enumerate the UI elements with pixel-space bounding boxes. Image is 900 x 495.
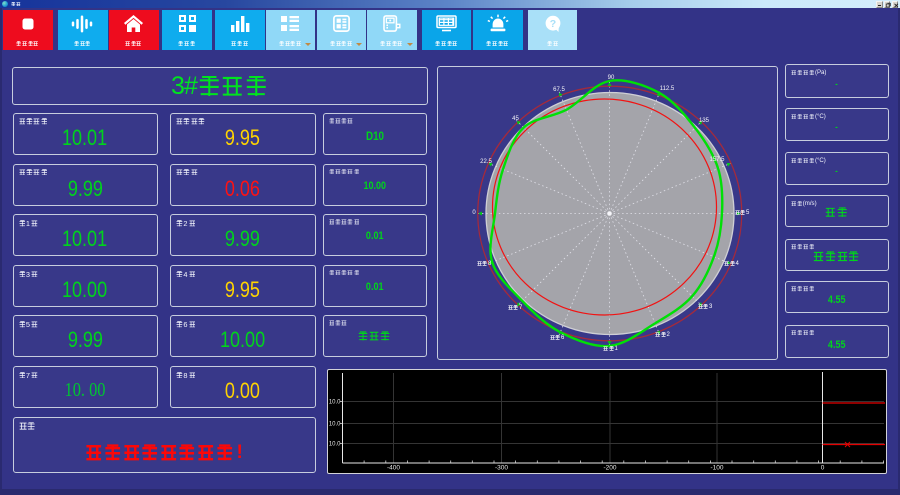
svg-text:?: ? [549,17,555,29]
svg-text:-200: -200 [603,465,616,472]
svg-text:10.0: 10.0 [328,442,340,448]
svg-text:10.0: 10.0 [328,422,340,428]
svg-text:-300: -300 [494,465,507,472]
svg-text:-100: -100 [710,465,723,472]
svg-text:0: 0 [820,465,824,472]
svg-text:10.0: 10.0 [328,400,340,406]
svg-text:-400: -400 [386,465,399,472]
